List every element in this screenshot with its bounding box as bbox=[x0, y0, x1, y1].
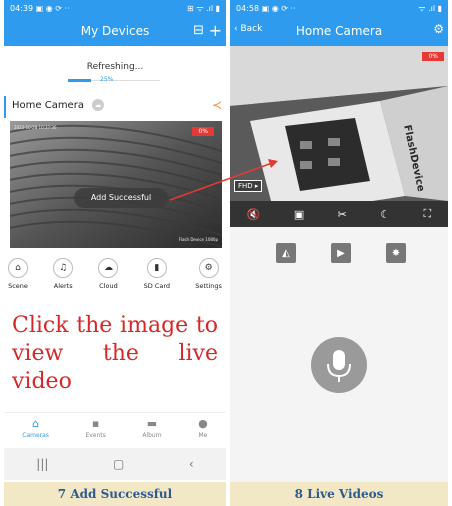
caption-left: 7 Add Successful bbox=[4, 482, 226, 506]
share-icon[interactable]: ≺ bbox=[212, 98, 222, 112]
scissors-icon[interactable]: ✂ bbox=[338, 208, 347, 221]
mute-icon[interactable]: 🔇 bbox=[247, 208, 261, 221]
tab-cameras[interactable]: ⌂ Cameras bbox=[22, 417, 49, 446]
caption-right: 8 Live Videos bbox=[230, 482, 448, 506]
bell-icon: ♫ bbox=[53, 258, 74, 278]
battery-badge: 0% bbox=[422, 52, 444, 61]
device-row[interactable]: Home Camera ☁ ≺ bbox=[4, 96, 226, 118]
tab-events[interactable]: ▪ Events bbox=[85, 417, 105, 446]
status-time: 04:58 bbox=[236, 3, 260, 13]
status-bar: 04:39 ▣ ◉ ⟳ ·· ⊞ ᯤ .ıl ▮ bbox=[4, 0, 226, 16]
person-icon: ● bbox=[198, 417, 208, 430]
header: My Devices ⊟ + bbox=[4, 16, 226, 46]
microphone-button[interactable] bbox=[311, 337, 367, 393]
status-time-group: 04:39 ▣ ◉ ⟳ ·· bbox=[10, 4, 70, 13]
tab-label: Events bbox=[85, 432, 106, 439]
status-time: 04:39 bbox=[10, 3, 34, 13]
flip-icon[interactable]: ◭ bbox=[276, 243, 296, 263]
gear-icon: ⚙ bbox=[198, 258, 219, 278]
preview-timestamp: 2023-10-28 10:37:36 bbox=[14, 125, 57, 130]
album-icon: ▬ bbox=[146, 417, 158, 430]
feature-label: Settings bbox=[195, 282, 222, 290]
home-button-icon[interactable]: ▢ bbox=[113, 457, 124, 471]
cloud-icon: ☁ bbox=[98, 258, 119, 278]
preview-image bbox=[10, 121, 222, 248]
left-phone-screen: 04:39 ▣ ◉ ⟳ ·· ⊞ ᯤ .ıl ▮ My Devices ⊟ + … bbox=[4, 0, 226, 506]
gear-icon[interactable]: ⚙ bbox=[433, 22, 444, 36]
tab-me[interactable]: ● Me bbox=[198, 417, 208, 446]
resolution-button[interactable]: FHD ▸ bbox=[234, 180, 263, 192]
status-right-icons: ⊞ ᯤ .ıl ▮ bbox=[186, 3, 220, 13]
mirror-icon[interactable]: ▶ bbox=[331, 243, 351, 263]
battery-badge: 0% bbox=[192, 127, 214, 136]
bottom-tab-bar: ⌂ Cameras ▪ Events ▬ Album ● Me bbox=[4, 412, 226, 446]
feature-cloud[interactable]: ☁ Cloud bbox=[98, 258, 119, 290]
feature-label: Scene bbox=[8, 282, 28, 290]
feature-sd-card[interactable]: ▮ SD Card bbox=[144, 258, 170, 290]
page-title: Home Camera bbox=[295, 24, 383, 38]
light-icon[interactable]: ✸ bbox=[386, 243, 406, 263]
camera-preview[interactable]: 2023-10-28 10:37:36 0% Flash Device 1080… bbox=[10, 121, 222, 248]
instruction-text: Click the image to view the live video bbox=[12, 313, 218, 394]
status-icons: ▣ ◉ ⟳ ·· bbox=[261, 3, 296, 13]
tab-album[interactable]: ▬ Album bbox=[142, 417, 161, 446]
status-time-group: 04:58 ▣ ◉ ⟳ ·· bbox=[236, 4, 296, 13]
status-right-icons: ᯤ .ıl ▮ bbox=[418, 3, 442, 13]
status-icons: ▣ ◉ ⟳ ·· bbox=[35, 3, 70, 13]
camera-function-row: ◭ ▶ ✸ bbox=[276, 243, 406, 263]
status-bar: 04:58 ▣ ◉ ⟳ ·· ᯤ .ıl ▮ bbox=[230, 0, 448, 16]
tab-label: Album bbox=[142, 432, 162, 439]
live-video[interactable]: FlashDevice 0% FHD ▸ bbox=[230, 46, 448, 201]
feature-bar: ⌂ Scene ♫ Alerts ☁ Cloud ▮ SD Card ⚙ Settings bbox=[8, 258, 222, 290]
feature-label: Cloud bbox=[99, 282, 118, 290]
refresh-text: Refreshing... bbox=[86, 62, 144, 72]
recents-icon[interactable]: ||| bbox=[36, 457, 48, 471]
header: ‹ Back Home Camera ⚙ bbox=[230, 16, 448, 46]
microphone-icon bbox=[327, 350, 351, 382]
fullscreen-icon[interactable]: ⛶ bbox=[424, 207, 432, 221]
scan-icon[interactable]: ⊟ bbox=[193, 23, 204, 38]
home-icon: ⌂ bbox=[8, 258, 28, 278]
system-nav-bar: ||| ▢ ‹ bbox=[4, 448, 226, 480]
toast-message: Add Successful bbox=[74, 188, 168, 208]
sd-card-icon: ▮ bbox=[146, 258, 167, 278]
feature-settings[interactable]: ⚙ Settings bbox=[195, 258, 222, 290]
record-icon[interactable]: ▣ bbox=[294, 208, 304, 221]
feature-scene[interactable]: ⌂ Scene bbox=[8, 258, 28, 290]
feature-label: Alerts bbox=[53, 282, 73, 290]
device-name: Home Camera bbox=[12, 100, 84, 111]
refresh-track bbox=[68, 79, 160, 82]
night-mode-icon[interactable]: ☾ bbox=[380, 208, 390, 221]
tab-label: Me bbox=[198, 432, 208, 439]
video-control-bar: 🔇 ▣ ✂ ☾ ⛶ bbox=[230, 201, 448, 227]
feature-label: SD Card bbox=[143, 282, 171, 290]
cloud-status-icon: ☁ bbox=[92, 99, 104, 111]
home-icon: ⌂ bbox=[32, 417, 40, 430]
add-icon[interactable]: + bbox=[209, 21, 222, 40]
back-icon[interactable]: ‹ bbox=[189, 457, 194, 471]
chat-icon: ▪ bbox=[91, 417, 100, 430]
tab-label: Cameras bbox=[22, 432, 49, 439]
feature-alerts[interactable]: ♫ Alerts bbox=[53, 258, 74, 290]
refresh-progress bbox=[68, 79, 91, 82]
preview-watermark: Flash Device 1080p bbox=[178, 237, 218, 242]
right-phone-screen: 04:58 ▣ ◉ ⟳ ·· ᯤ .ıl ▮ ‹ Back Home Camer… bbox=[230, 0, 448, 506]
refresh-percent: 25% bbox=[100, 76, 114, 83]
